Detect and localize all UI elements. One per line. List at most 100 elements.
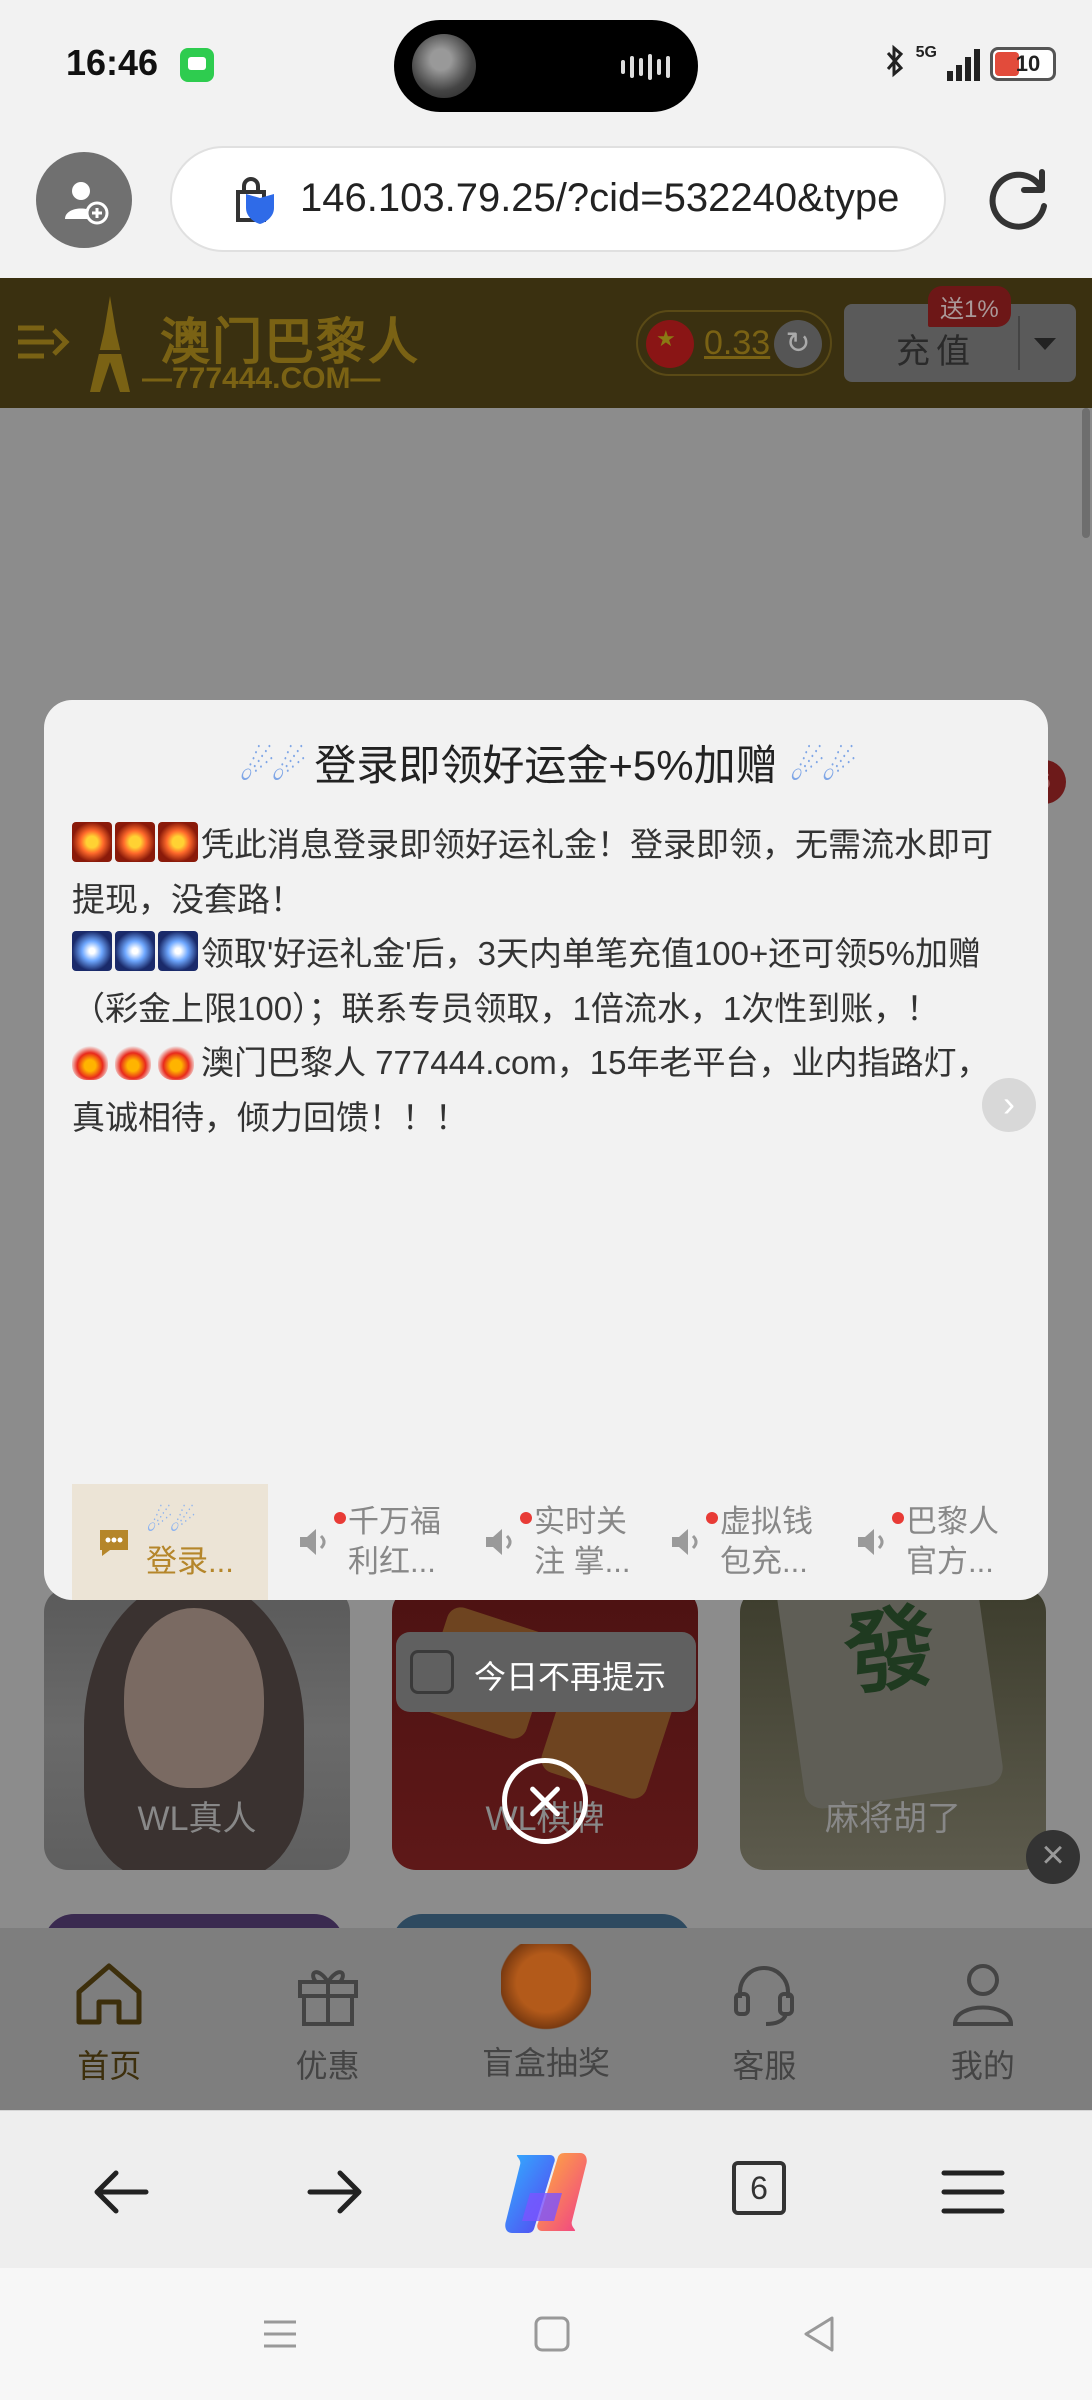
paragraph-text: 凭此消息登录即领好运礼金！登录即领，无需流水即可提现，没套路！	[72, 826, 993, 918]
modal-message: 凭此消息登录即领好运礼金！登录即领，无需流水即可提现，没套路！ 领取'好运礼金'…	[72, 818, 1002, 1145]
battery-level: 10	[1015, 51, 1041, 76]
copilot-icon[interactable]	[494, 2141, 598, 2245]
status-icons: 5G 10	[884, 44, 1056, 84]
tab-label: 虚拟钱包充...	[720, 1504, 813, 1579]
battery-icon: 10	[990, 47, 1056, 81]
back-icon[interactable]	[76, 2147, 166, 2237]
unread-dot	[520, 1512, 532, 1524]
nav-label: 优惠	[295, 2048, 360, 2084]
modal-tab-login[interactable]: ☄ ☄ 登录...	[72, 1484, 268, 1600]
speaker-icon	[300, 1529, 326, 1555]
game-card-wl-live[interactable]: WL真人	[44, 1588, 350, 1870]
refresh-balance-icon[interactable]: ↻	[774, 320, 822, 368]
dont-show-today-toggle[interactable]: 今日不再提示	[396, 1632, 696, 1712]
modal-title: ☄☄ 登录即领好运金+5%加赠 ☄☄	[44, 732, 1048, 793]
card-label: 麻将胡了	[825, 1800, 961, 1838]
menu-icon[interactable]	[928, 2147, 1018, 2237]
speaker-icon	[858, 1529, 884, 1555]
modal-tab-red-packet[interactable]: 千万福利红...	[272, 1484, 458, 1600]
tab-label: 千万福利红...	[348, 1504, 441, 1579]
modal-tab-follow[interactable]: 实时关注 掌...	[458, 1484, 644, 1600]
message-paragraph: 凭此消息登录即领好运礼金！登录即领，无需流水即可提现，没套路！	[72, 818, 1002, 927]
system-navigation-bar	[0, 2268, 1092, 2400]
tab-label: ☄ ☄ 登录...	[146, 1502, 256, 1582]
eiffel-tower-icon	[90, 296, 130, 392]
fireworks-icon	[115, 822, 155, 862]
nav-label: 我的	[950, 2048, 1015, 2084]
chat-bubble-icon	[100, 1530, 128, 1556]
comet-icon: ☄ ☄	[146, 1505, 196, 1538]
next-arrow-icon[interactable]: ›	[982, 1078, 1036, 1132]
forward-icon[interactable]	[290, 2147, 380, 2237]
home-icon	[76, 1963, 142, 2025]
nav-blind-box[interactable]: 盲盒抽奖	[437, 1928, 655, 2110]
add-profile-button[interactable]	[36, 152, 132, 248]
game-card-mahjong[interactable]: 發 麻将胡了	[740, 1588, 1046, 1870]
tab-switcher-button[interactable]: 6	[732, 2161, 786, 2215]
nav-label: 首页	[77, 2048, 142, 2084]
unread-dot	[892, 1512, 904, 1524]
message-paragraph: 领取'好运礼金'后，3天内单笔充值100+还可领5%加赠（彩金上限100）；联系…	[72, 927, 1002, 1036]
site-logo[interactable]: 澳门巴黎人 —777444.COM—	[80, 292, 460, 396]
card-label: WL真人	[137, 1800, 257, 1838]
fireworks-icon	[72, 822, 112, 862]
china-flag-icon	[646, 320, 694, 368]
dont-show-checkbox[interactable]	[410, 1650, 454, 1694]
sparkler-icon	[115, 931, 155, 971]
nav-profile[interactable]: 我的	[874, 1928, 1092, 2110]
unread-dot	[334, 1512, 346, 1524]
close-modal-icon[interactable]	[502, 1758, 588, 1844]
nav-label: 客服	[732, 2048, 797, 2084]
card-image-face	[124, 1608, 264, 1788]
message-paragraph: 澳门巴黎人 777444.com，15年老平台，业内指路灯，真诚相待，倾力回馈！…	[72, 1036, 1002, 1145]
modal-tab-wallet[interactable]: 虚拟钱包充...	[644, 1484, 830, 1600]
fireworks-icon	[158, 822, 198, 862]
gift-icon	[297, 1970, 358, 2026]
close-float-icon[interactable]: ×	[1026, 1830, 1080, 1884]
dropdown-arrow-icon[interactable]	[1034, 338, 1056, 350]
status-time: 16:46	[66, 42, 159, 83]
speaker-icon	[672, 1529, 698, 1555]
status-bar: 16:46 5G 10	[0, 0, 1092, 130]
tile-glyph: 發	[838, 1591, 943, 1710]
home-nav-icon[interactable]	[530, 2312, 574, 2356]
signal-icon	[947, 47, 980, 81]
paragraph-text: 澳门巴黎人 777444.com，15年老平台，业内指路灯，真诚相待，倾力回馈！…	[72, 1044, 990, 1136]
site-security-icon	[236, 177, 274, 224]
modal-title-text: 登录即领好运金+5%加赠	[314, 742, 778, 789]
balance-pill[interactable]: 0.33 ↻	[636, 310, 832, 376]
nav-label: 盲盒抽奖	[482, 2045, 611, 2081]
media-artwork	[412, 34, 476, 98]
divider	[1018, 316, 1020, 370]
url-field[interactable]: 146.103.79.25/?cid=532240&type	[170, 146, 946, 252]
reload-icon[interactable]	[982, 162, 1056, 236]
nav-promotions[interactable]: 优惠	[218, 1928, 436, 2110]
back-nav-icon[interactable]	[798, 2312, 842, 2356]
nav-support[interactable]: 客服	[655, 1928, 873, 2110]
heart-on-fire-icon	[72, 1044, 108, 1080]
nav-home[interactable]: 首页	[0, 1928, 218, 2110]
message-notification-icon	[180, 48, 214, 82]
speaker-icon	[486, 1529, 512, 1555]
browser-address-bar: 146.103.79.25/?cid=532240&type	[0, 130, 1092, 278]
menu-expand-icon[interactable]	[14, 320, 70, 364]
balance-amount: 0.33	[704, 324, 771, 362]
bonus-badge: 送1%	[928, 286, 1011, 327]
blind-box-icon	[501, 1944, 592, 2030]
recent-apps-icon[interactable]	[258, 2312, 302, 2356]
modal-tab-official[interactable]: 巴黎人官方...	[830, 1484, 1016, 1600]
dynamic-island[interactable]	[394, 20, 698, 112]
heart-on-fire-icon	[158, 1044, 194, 1080]
add-user-icon	[65, 182, 109, 225]
modal-tabs: ☄ ☄ 登录... 千万福利红... 实时关注 掌... 虚拟钱包充... 巴黎人…	[72, 1484, 1030, 1600]
audio-wave-icon	[621, 54, 670, 80]
scrollbar[interactable]	[1082, 408, 1090, 538]
recharge-label: 充值	[896, 333, 976, 371]
url-text: 146.103.79.25/?cid=532240&type	[300, 176, 900, 220]
headset-icon	[734, 1966, 795, 2026]
comet-icon: ☄☄	[238, 745, 307, 789]
tab-label: 实时关注 掌...	[534, 1504, 631, 1579]
comet-icon: ☄☄	[789, 745, 857, 789]
network-label: 5G	[915, 44, 937, 61]
sparkler-icon	[158, 931, 198, 971]
